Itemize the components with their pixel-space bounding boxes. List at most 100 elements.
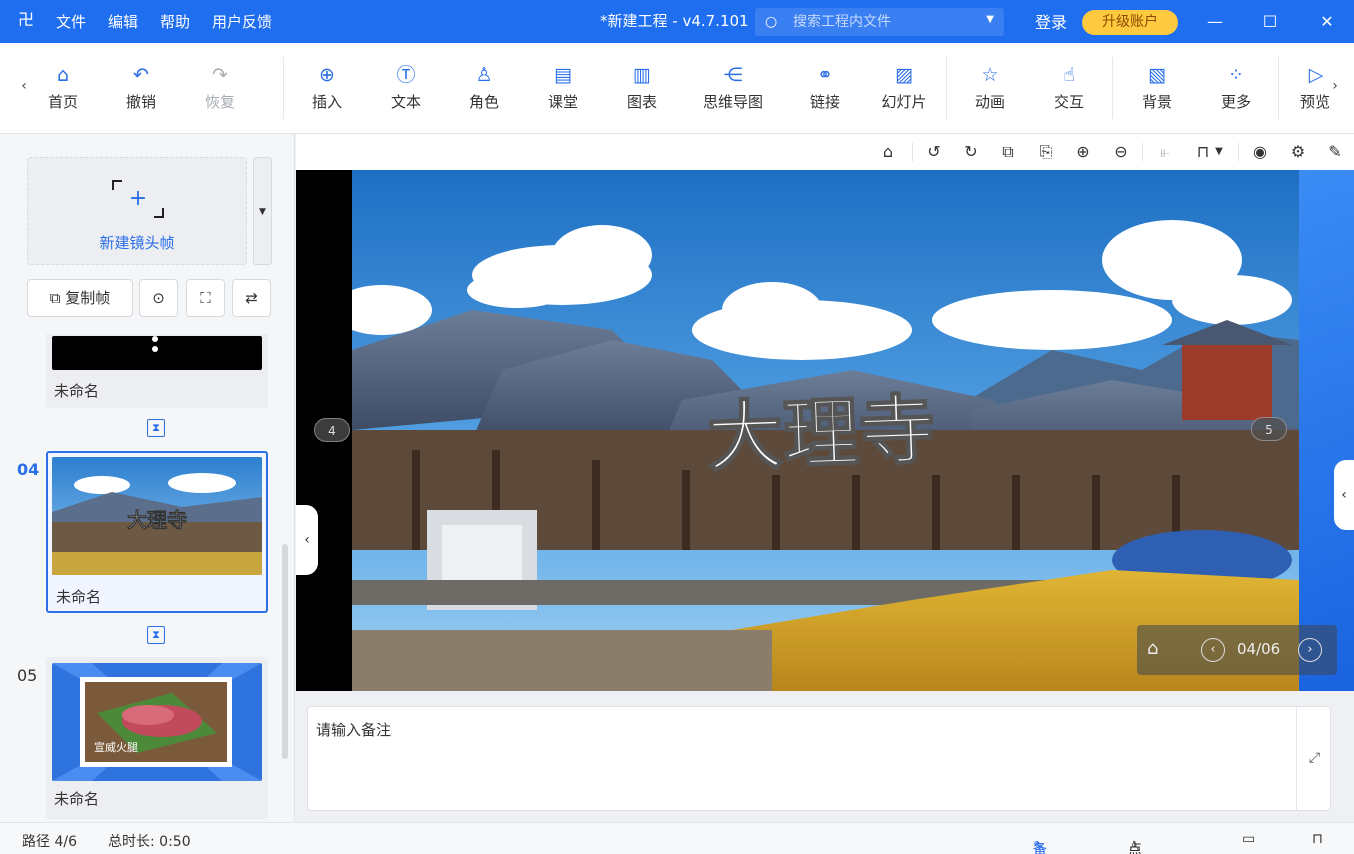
toolbar-interaction[interactable]: ☝ 交互 [1039, 63, 1099, 117]
toolbar-classroom[interactable]: ▤ 课堂 [533, 63, 593, 117]
next-slide-preview [1299, 170, 1354, 691]
login-button[interactable]: 登录 [1035, 0, 1067, 45]
screenshot-icon[interactable]: ◉ [1248, 141, 1272, 163]
search-icon: ○ [765, 14, 778, 30]
thumb-title-text: 宣威火腿 [94, 740, 138, 754]
ham-thumbnail-image: 宣威火腿 [52, 663, 262, 781]
camera-icon: ⊙ [152, 289, 165, 307]
slide-name: 未命名 [56, 588, 102, 606]
notes-input[interactable] [316, 719, 1286, 799]
classroom-icon: ▤ [554, 64, 572, 86]
toolbar-mindmap-label: 思维导图 [703, 93, 764, 111]
redo-icon: ↷ [212, 64, 228, 86]
slide-item-active[interactable]: 大理寺 未命名 [46, 451, 268, 613]
lock-dropdown-icon[interactable]: ▼ [1212, 141, 1226, 163]
toolbar-link[interactable]: ⚭ 链接 [795, 63, 855, 117]
toolbar-insert-label: 插入 [311, 93, 342, 111]
zoom-in-icon[interactable]: ⊕ [1071, 141, 1095, 163]
slide-canvas[interactable]: 大理寺 [352, 170, 1299, 691]
toolbar-scroll-left-icon[interactable]: ‹ [17, 71, 31, 101]
rotate-left-icon[interactable]: ↺ [922, 141, 946, 163]
menu-edit[interactable]: 编辑 [106, 11, 140, 32]
fit-frame-button[interactable]: ⛶ [186, 279, 225, 317]
expand-right-panel-icon[interactable]: ‹ [1334, 460, 1354, 530]
search-dropdown-icon[interactable]: ▼ [986, 14, 994, 25]
transition-icon[interactable]: ⧗ [147, 419, 165, 437]
insert-icon: ⊕ [319, 64, 335, 86]
thumb-title-text: 大理寺 [127, 508, 187, 532]
rotate-right-icon[interactable]: ↻ [959, 141, 983, 163]
toolbar-home[interactable]: ⌂ 首页 [33, 63, 93, 117]
pager-home-icon[interactable]: ⌂ [1147, 638, 1158, 659]
prev-frame-marker[interactable]: 4 [314, 418, 350, 442]
settings-doc-icon[interactable]: ⚙ [1286, 141, 1310, 163]
transition-icon[interactable]: ⧗ [147, 626, 165, 644]
main-toolbar: ‹ ⌂ 首页 ↶ 撤销 ↷ 恢复 ⊕ 插入 Ⓣ 文本 ♙ 角色 ▤ 课堂 ▥ 图… [0, 43, 1354, 134]
mindmap-icon: ⋲ [723, 64, 743, 86]
new-frame-button[interactable]: + 新建镜头帧 [27, 157, 247, 265]
menu-bar: 文件 编辑 帮助 用户反馈 [54, 0, 274, 43]
copy-icon[interactable]: ⧉ [996, 141, 1020, 163]
toolbar-divider [1278, 57, 1279, 119]
slide-thumbnail [52, 336, 262, 370]
toolbar-role[interactable]: ♙ 角色 [454, 63, 514, 117]
copy-frame-button[interactable]: ⧉ 复制帧 [27, 279, 133, 317]
zoom-out-icon[interactable]: ⊖ [1109, 141, 1133, 163]
search-box[interactable]: ○ ▼ [755, 8, 1004, 36]
toolbar-text-label: 文本 [390, 93, 421, 111]
more-icon: ⁘ [1228, 64, 1244, 86]
toolbar-chart-label: 图表 [626, 93, 657, 111]
toolbar-undo[interactable]: ↶ 撤销 [111, 63, 171, 117]
copy-icon: ⧉ [49, 289, 61, 307]
next-frame-marker[interactable]: 5 [1251, 417, 1287, 441]
slide-list-scrollbar[interactable] [282, 544, 288, 759]
background-icon: ▧ [1148, 64, 1166, 86]
pager-prev-icon[interactable]: ‹ [1201, 638, 1225, 662]
slide-thumbnail: 大理寺 [52, 457, 262, 575]
menu-file[interactable]: 文件 [54, 11, 88, 32]
slide-item[interactable]: 未命名 [46, 334, 268, 408]
snapshot-button[interactable]: ⊙ [139, 279, 178, 317]
align-icon[interactable]: ⫦ [1153, 141, 1177, 163]
screen-icon[interactable]: ▭ [1242, 831, 1255, 847]
close-icon[interactable]: ✕ [1307, 0, 1347, 43]
unlock-icon[interactable]: ⊓ [1312, 831, 1323, 847]
minimize-icon[interactable]: — [1195, 0, 1235, 43]
toolbar-undo-label: 撤销 [125, 93, 156, 111]
edit-icon[interactable]: ✎ [1323, 141, 1347, 163]
expand-notes-icon[interactable]: ⤢ [1296, 707, 1332, 810]
paste-icon[interactable]: ⎘ [1034, 141, 1058, 163]
canvas-toolbar-divider [1238, 143, 1239, 161]
toolbar-more[interactable]: ⁘ 更多 [1206, 63, 1266, 117]
slide-title-text: 大理寺 [706, 385, 937, 482]
window-title: *新建工程 - v4.7.101 [600, 12, 749, 30]
notes-panel: ⤢ [307, 706, 1331, 811]
animation-icon: ☆ [981, 64, 999, 86]
slide-item[interactable]: 宣威火腿 未命名 [46, 657, 268, 819]
maximize-icon[interactable]: ☐ [1250, 0, 1290, 43]
canvas-stage[interactable]: 大理寺 4 5 [296, 170, 1354, 691]
toolbar-insert[interactable]: ⊕ 插入 [297, 63, 357, 117]
toolbar-role-label: 角色 [468, 93, 499, 111]
collapse-left-panel-icon[interactable]: ‹ [296, 505, 318, 575]
new-frame-dropdown-icon[interactable]: ▼ [253, 157, 272, 265]
toolbar-redo[interactable]: ↷ 恢复 [190, 63, 250, 117]
toolbar-chart[interactable]: ▥ 图表 [612, 63, 672, 117]
toolbar-redo-label: 恢复 [204, 93, 235, 111]
pager-next-icon[interactable]: › [1298, 638, 1322, 662]
toolbar-slideshow[interactable]: ▨ 幻灯片 [874, 63, 934, 117]
home-view-icon[interactable]: ⌂ [876, 141, 900, 163]
menu-help[interactable]: 帮助 [158, 11, 192, 32]
upgrade-account-button[interactable]: 升级账户 [1082, 10, 1178, 35]
toolbar-mindmap[interactable]: ⋲ 思维导图 [703, 63, 763, 117]
toolbar-scroll-right-icon[interactable]: › [1328, 71, 1342, 101]
toolbar-background-label: 背景 [1141, 93, 1172, 111]
search-input[interactable] [793, 14, 973, 30]
menu-feedback[interactable]: 用户反馈 [210, 11, 274, 32]
rollcall-label: 点名 [1128, 842, 1142, 854]
canvas-toolbar-divider [1142, 143, 1143, 161]
toolbar-background[interactable]: ▧ 背景 [1127, 63, 1187, 117]
toolbar-text[interactable]: Ⓣ 文本 [376, 63, 436, 117]
toolbar-animation[interactable]: ☆ 动画 [960, 63, 1020, 117]
reorder-button[interactable]: ⇄ [232, 279, 271, 317]
